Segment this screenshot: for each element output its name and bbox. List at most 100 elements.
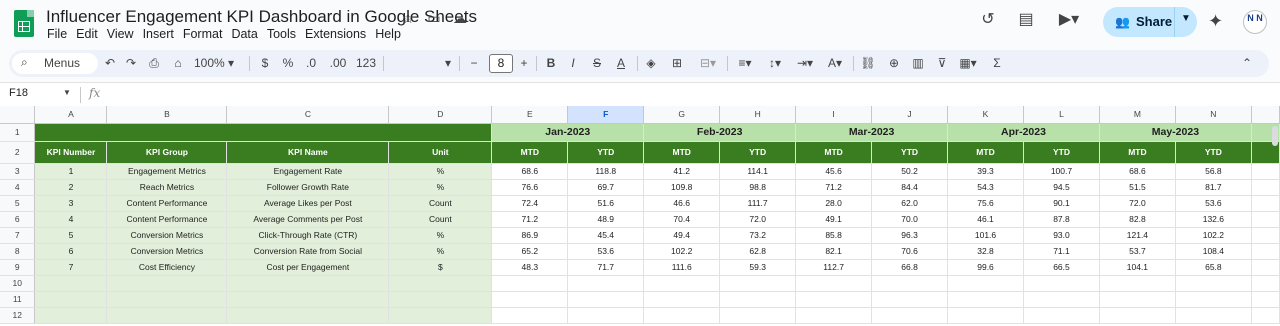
kpi-group-cell[interactable]: Reach Metrics [106,179,228,196]
spreadsheet-grid[interactable]: A B C D E F G H I J K L M N 1 Jan-2023 Feb-2023 Mar-2023 A… [0,106,1280,326]
value-cell[interactable]: 82.8 [1099,211,1176,228]
table-header-cell[interactable]: KPI Group [106,141,228,164]
text-wrapping-icon[interactable]: ⇥▾ [793,50,817,77]
fill-color-icon[interactable]: ◈ [643,50,659,77]
star-icon[interactable]: ☆ [400,10,416,26]
value-cell[interactable]: 108.4 [1175,243,1252,260]
value-cell[interactable]: 45.4 [567,227,645,244]
column-header-j[interactable]: J [871,106,949,124]
collapse-toolbar-icon[interactable]: ⌃ [1239,50,1255,77]
period-header-cell[interactable]: YTD [567,141,645,164]
avatar[interactable]: N N [1243,10,1267,34]
increase-decimal-button[interactable]: .00 [327,50,349,77]
kpi-name-cell[interactable]: Follower Growth Rate [226,179,390,196]
undo-icon[interactable]: ↶ [101,50,119,77]
kpi-group-cell[interactable]: Engagement Metrics [106,163,228,180]
value-cell[interactable]: 41.2 [643,163,721,180]
column-header-n[interactable]: N [1175,106,1252,124]
value-cell[interactable]: 111.6 [643,259,721,276]
value-cell[interactable]: 53.7 [1099,243,1176,260]
kpi-name-cell[interactable]: Click-Through Rate (CTR) [226,227,390,244]
value-cell[interactable]: 62.0 [871,195,949,212]
value-cell[interactable]: 94.5 [1023,179,1100,196]
kpi-group-cell[interactable]: Content Performance [106,211,228,228]
kpi-name-cell[interactable]: Cost per Engagement [226,259,390,276]
cell[interactable] [34,291,108,308]
cell[interactable] [719,275,797,292]
cell[interactable] [491,307,569,324]
cell[interactable] [1251,291,1280,308]
value-cell[interactable]: 86.9 [491,227,569,244]
value-cell[interactable]: 71.7 [567,259,645,276]
print-icon[interactable]: ⎙ [145,50,163,77]
row-header[interactable]: 2 [0,141,36,164]
value-cell[interactable]: 70.6 [871,243,949,260]
cell-table[interactable]: A B C D E F G H I J K L M N 1 Jan-2023 Feb-2023 Mar-2023 A… [0,106,1280,324]
month-header[interactable]: Mar-2023 [795,123,949,142]
filter-icon[interactable]: ⊽ [933,50,951,77]
kpi-number-cell[interactable]: 2 [34,179,108,196]
value-cell[interactable]: 51.5 [1099,179,1176,196]
search-menus-button[interactable]: ⌕ Menus [12,53,98,74]
value-cell[interactable]: 96.3 [871,227,949,244]
currency-format-button[interactable]: $ [259,50,271,77]
row-header[interactable]: 10 [0,275,36,292]
column-header-i[interactable]: I [795,106,873,124]
row-header[interactable]: 6 [0,211,36,228]
cell[interactable] [1251,307,1280,324]
cell[interactable] [106,291,228,308]
share-dropdown-icon[interactable]: ▼ [1181,13,1191,24]
value-cell[interactable]: 101.6 [947,227,1024,244]
value-cell[interactable]: 76.6 [491,179,569,196]
value-cell[interactable]: 54.3 [947,179,1024,196]
comment-icon[interactable]: ▤ [1014,8,1038,32]
italic-icon[interactable]: I [565,50,581,77]
cell[interactable] [719,307,797,324]
cell[interactable] [1175,307,1252,324]
font-size-input[interactable]: 8 [489,54,513,73]
menu-tools[interactable]: Tools [267,27,296,41]
cell[interactable] [795,307,873,324]
move-folder-icon[interactable]: ▭ [426,10,442,26]
menu-file[interactable]: File [47,27,67,41]
period-header-cell[interactable]: YTD [871,141,949,164]
vertical-scrollbar[interactable] [1272,126,1278,146]
menu-edit[interactable]: Edit [76,27,98,41]
more-formats-button[interactable]: 123 [355,50,377,77]
insert-comment-icon[interactable]: ⊕ [885,50,903,77]
unit-cell[interactable]: Count [388,211,493,228]
value-cell[interactable]: 53.6 [567,243,645,260]
cell[interactable] [1251,227,1280,244]
column-header-m[interactable]: M [1099,106,1176,124]
cell[interactable] [226,307,390,324]
column-header-d[interactable]: D [388,106,493,124]
table-header-cell[interactable]: KPI Name [226,141,390,164]
value-cell[interactable]: 66.8 [871,259,949,276]
kpi-group-cell[interactable]: Content Performance [106,195,228,212]
value-cell[interactable]: 65.2 [491,243,569,260]
strikethrough-icon[interactable]: S [589,50,605,77]
cell[interactable] [1023,275,1100,292]
value-cell[interactable]: 39.3 [947,163,1024,180]
zoom-select[interactable]: 100% ▾ [193,50,235,77]
period-header-cell[interactable]: MTD [491,141,569,164]
month-header[interactable]: Feb-2023 [643,123,797,142]
kpi-name-cell[interactable]: Conversion Rate from Social [226,243,390,260]
horizontal-align-icon[interactable]: ≡▾ [733,50,757,77]
row-header[interactable]: 3 [0,163,36,180]
value-cell[interactable]: 100.7 [1023,163,1100,180]
kpi-number-cell[interactable]: 5 [34,227,108,244]
value-cell[interactable]: 98.8 [719,179,797,196]
cell[interactable] [1175,275,1252,292]
unit-cell[interactable]: Count [388,195,493,212]
period-header-cell[interactable]: MTD [1099,141,1176,164]
menu-insert[interactable]: Insert [143,27,174,41]
unit-cell[interactable]: $ [388,259,493,276]
value-cell[interactable]: 87.8 [1023,211,1100,228]
cell[interactable] [388,291,493,308]
value-cell[interactable]: 90.1 [1023,195,1100,212]
percent-format-button[interactable]: % [281,50,295,77]
value-cell[interactable]: 75.6 [947,195,1024,212]
cell[interactable] [106,307,228,324]
cell[interactable] [1099,291,1176,308]
